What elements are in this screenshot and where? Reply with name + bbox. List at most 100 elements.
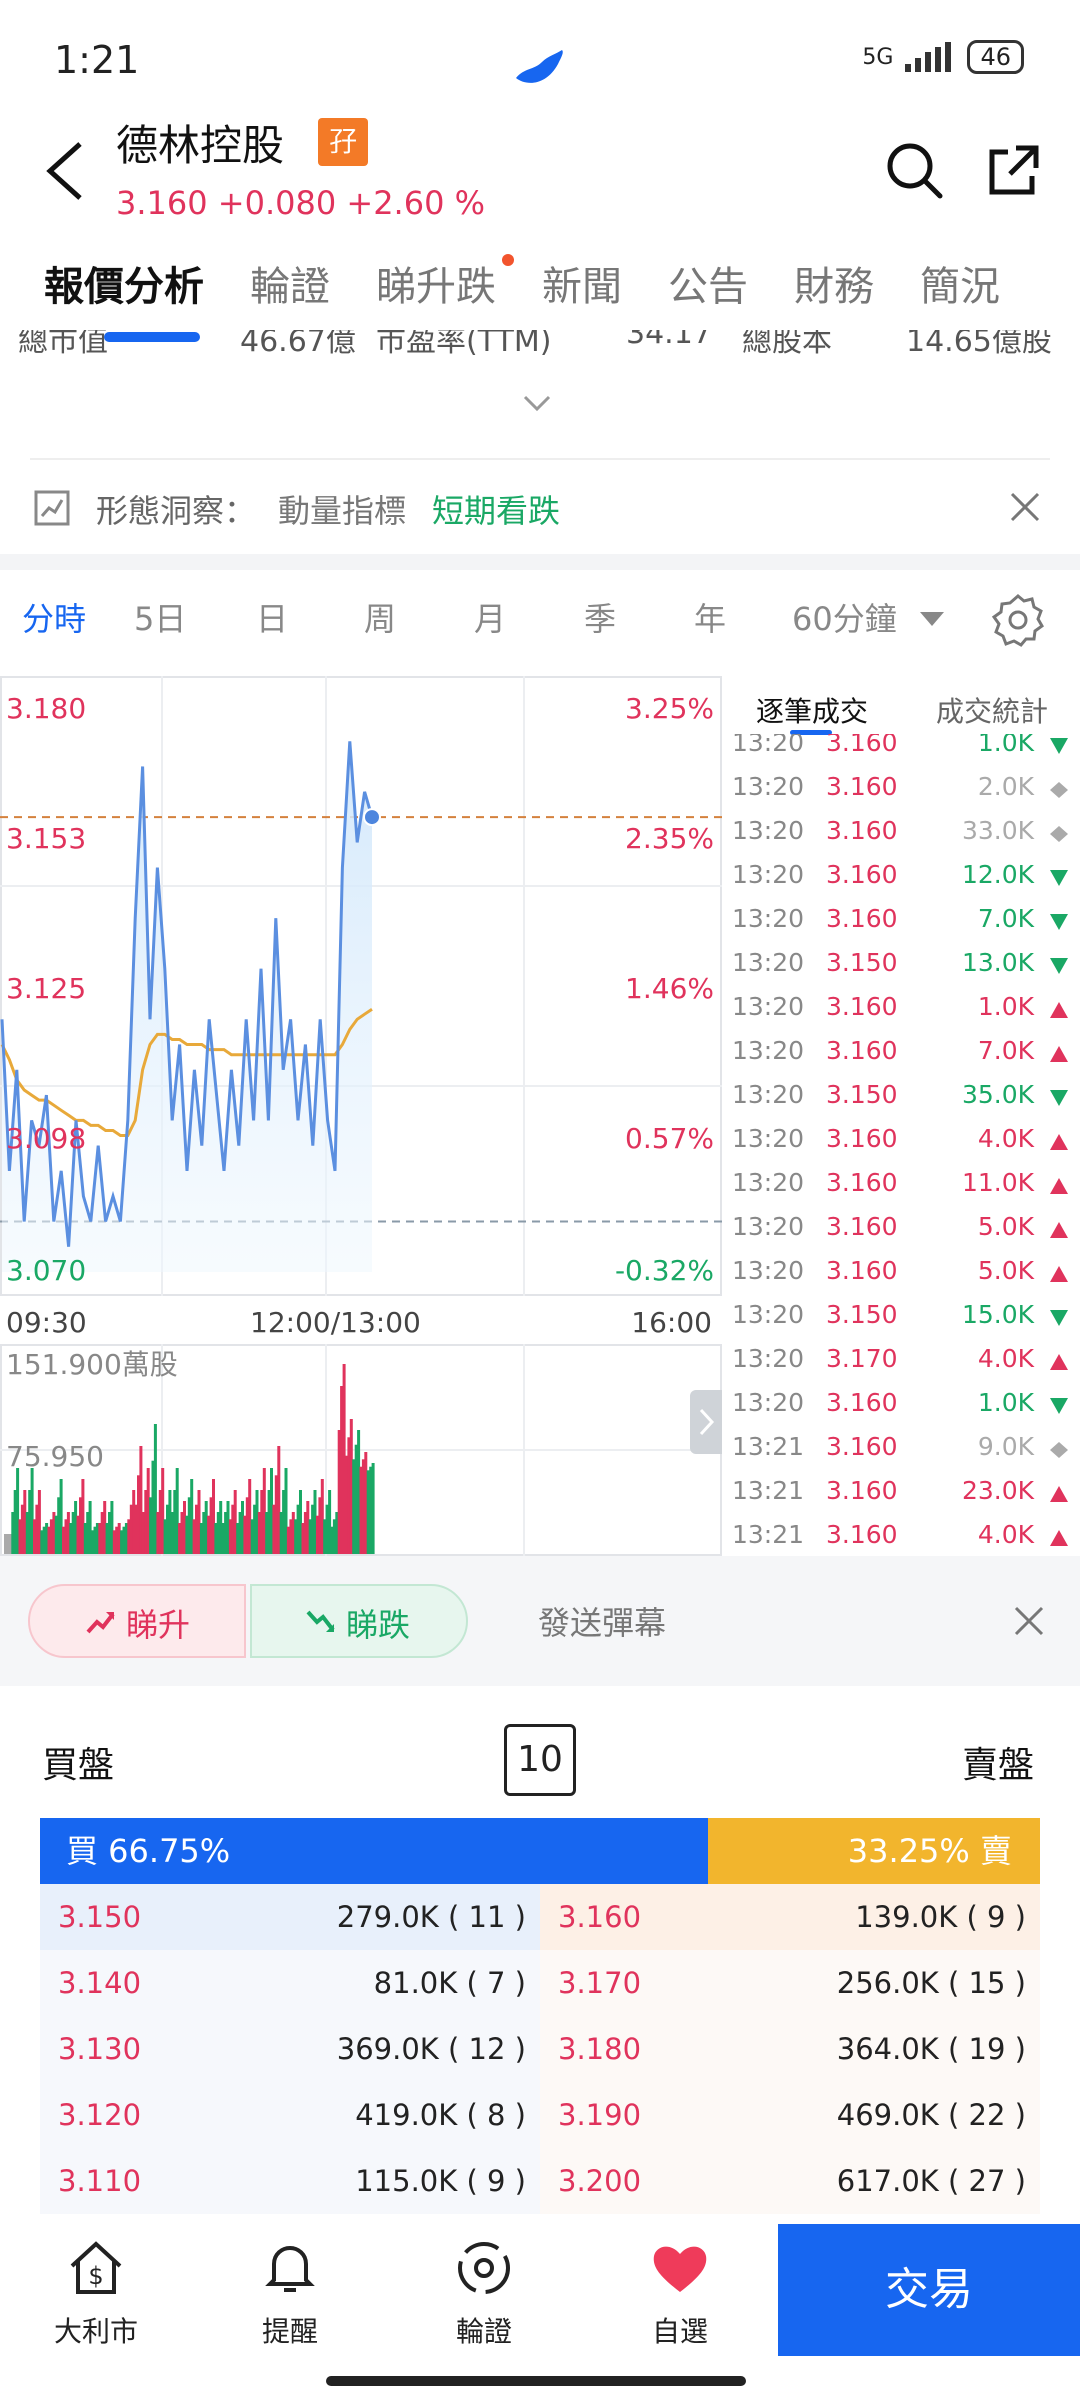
tab-news[interactable]: 新聞	[520, 254, 622, 340]
trade-direction-icon	[1050, 1046, 1068, 1062]
trade-row: 13:20 3.150 13.0K	[722, 942, 1080, 986]
home-indicator	[326, 2376, 746, 2386]
chart-expand-handle[interactable]	[690, 1390, 722, 1454]
period-year[interactable]: 年	[694, 594, 726, 640]
bid-level[interactable]: 3.110 115.0K ( 9 )	[40, 2148, 540, 2214]
bid-price: 3.110	[58, 2164, 142, 2198]
y-tick-label: 3.153	[6, 822, 86, 855]
period-minute-select[interactable]: 60分鐘	[792, 594, 897, 640]
period-month[interactable]: 月	[474, 594, 506, 640]
main-tabs: 報價分析 輪證 睇升跌 新聞 公告 財務 簡況	[0, 254, 1080, 340]
depth-selector[interactable]: 10	[504, 1724, 576, 1796]
vote-fall-label: 睇跌	[346, 1606, 411, 1644]
trade-direction-icon	[1050, 782, 1068, 798]
trade-price: 3.170	[826, 1344, 898, 1373]
trade-direction-icon	[1050, 1398, 1068, 1414]
trade-row: 13:20 3.170 4.0K	[722, 1338, 1080, 1382]
trade-price: 3.160	[826, 1212, 898, 1241]
intraday-price-chart[interactable]: 3.180 3.153 3.125 3.098 3.070 3.25% 2.35…	[0, 676, 722, 1296]
trade-time: 13:20	[732, 948, 805, 977]
stock-price: 3.160	[116, 184, 208, 222]
trade-direction-icon	[1050, 1310, 1068, 1326]
period-5day[interactable]: 5日	[134, 594, 186, 640]
bid-quantity: 279.0K ( 11 )	[336, 1900, 526, 1934]
ask-ratio: 33.25% 賣	[707, 1818, 1040, 1884]
tick-trades-list[interactable]: 13:20 3.160 1.0K 13:20 3.160 2.0K 13:20 3.160 33…	[722, 734, 1080, 1556]
caret-down-icon[interactable]	[920, 612, 944, 628]
chevron-down-icon[interactable]	[522, 392, 552, 414]
trade-price: 3.160	[826, 1124, 898, 1153]
bid-level[interactable]: 3.140 81.0K ( 7 )	[40, 1950, 540, 2016]
signal-icon	[905, 42, 952, 72]
ask-quantity: 139.0K ( 9 )	[855, 1900, 1026, 1934]
trade-price: 3.160	[826, 816, 898, 845]
ask-level[interactable]: 3.170 256.0K ( 15 )	[540, 1950, 1040, 2016]
ask-level[interactable]: 3.200 617.0K ( 27 )	[540, 2148, 1040, 2214]
trade-direction-icon	[1050, 826, 1068, 842]
bid-level[interactable]: 3.150 279.0K ( 11 )	[40, 1884, 540, 1950]
vote-fall-button[interactable]: 睇跌	[250, 1584, 468, 1658]
close-icon[interactable]	[1012, 1604, 1046, 1638]
period-intraday[interactable]: 分時	[22, 594, 86, 640]
trade-row: 13:20 3.160 5.0K	[722, 1250, 1080, 1294]
tab-profile[interactable]: 簡況	[898, 254, 1000, 340]
trade-direction-icon	[1050, 1178, 1068, 1194]
stock-change-pct: +2.60 %	[346, 184, 486, 222]
trade-price: 3.160	[826, 1520, 898, 1549]
nav-alerts[interactable]: 提醒	[230, 2236, 350, 2350]
trade-volume: 5.0K	[977, 1256, 1034, 1285]
insight-value[interactable]: 短期看跌	[432, 486, 560, 532]
period-day[interactable]: 日	[256, 594, 288, 640]
ask-price: 3.160	[558, 1900, 642, 1934]
trend-down-icon	[306, 1610, 335, 1632]
bid-level[interactable]: 3.120 419.0K ( 8 )	[40, 2082, 540, 2148]
trade-button[interactable]: 交易	[778, 2224, 1080, 2356]
svg-text:$: $	[88, 2262, 103, 2290]
order-book-row: 3.140 81.0K ( 7 ) 3.170 256.0K ( 15 )	[40, 1950, 1040, 2016]
trade-direction-icon	[1050, 1090, 1068, 1106]
danmaku-input[interactable]: 發送彈幕	[538, 1598, 666, 1644]
trade-volume: 2.0K	[977, 772, 1034, 801]
trade-direction-icon	[1050, 1530, 1068, 1546]
tab-bull-bear[interactable]: 睇升跌	[354, 254, 514, 340]
volume-max-label: 151.900萬股	[6, 1348, 178, 1381]
trade-time: 13:21	[732, 1432, 805, 1461]
search-icon[interactable]	[884, 140, 944, 200]
trade-time: 13:20	[732, 1036, 805, 1065]
period-quarter[interactable]: 季	[584, 594, 616, 640]
tab-tick-trades[interactable]: 逐筆成交	[756, 690, 868, 730]
trade-direction-icon	[1050, 1002, 1068, 1018]
period-week[interactable]: 周	[364, 594, 396, 640]
time-axis: 09:30 12:00/13:00 16:00	[0, 1302, 722, 1342]
insight-indicator[interactable]: 動量指標	[278, 486, 406, 532]
tab-financials[interactable]: 財務	[772, 254, 874, 340]
trade-volume: 1.0K	[977, 734, 1034, 757]
tab-bull-bear-label: 睇升跌	[376, 264, 496, 310]
ask-level[interactable]: 3.180 364.0K ( 19 )	[540, 2016, 1040, 2082]
gear-icon[interactable]	[990, 592, 1046, 648]
trade-direction-icon	[1050, 1134, 1068, 1150]
nav-warrants[interactable]: 輪證	[424, 2236, 544, 2350]
tab-announcements[interactable]: 公告	[646, 254, 748, 340]
ask-level[interactable]: 3.190 469.0K ( 22 )	[540, 2082, 1040, 2148]
y-tick-label: 3.180	[6, 692, 86, 725]
y-tick-label: 3.125	[6, 972, 86, 1005]
volume-chart[interactable]: 151.900萬股 75.950	[0, 1344, 722, 1556]
vote-rise-button[interactable]: 睇升	[28, 1584, 246, 1658]
bid-level[interactable]: 3.130 369.0K ( 12 )	[40, 2016, 540, 2082]
stat-value: 34.17	[626, 330, 712, 351]
trade-price: 3.150	[826, 1300, 898, 1329]
close-icon[interactable]	[1008, 490, 1042, 524]
stock-quote: 3.160 +0.080 +2.60 %	[116, 184, 485, 222]
order-book-row: 3.110 115.0K ( 9 ) 3.200 617.0K ( 27 )	[40, 2148, 1040, 2214]
share-icon[interactable]	[986, 142, 1042, 198]
tab-trade-stats[interactable]: 成交統計	[936, 690, 1048, 730]
back-arrow-icon[interactable]	[40, 138, 90, 204]
tab-quote-analysis[interactable]: 報價分析	[0, 254, 204, 340]
nav-watchlist[interactable]: 自選	[620, 2236, 740, 2350]
nav-market-watch[interactable]: $ 大利市	[36, 2236, 156, 2350]
ask-level[interactable]: 3.160 139.0K ( 9 )	[540, 1884, 1040, 1950]
tab-warrants[interactable]: 輪證	[228, 254, 330, 340]
ask-quantity: 364.0K ( 19 )	[836, 2032, 1026, 2066]
bid-price: 3.130	[58, 2032, 142, 2066]
